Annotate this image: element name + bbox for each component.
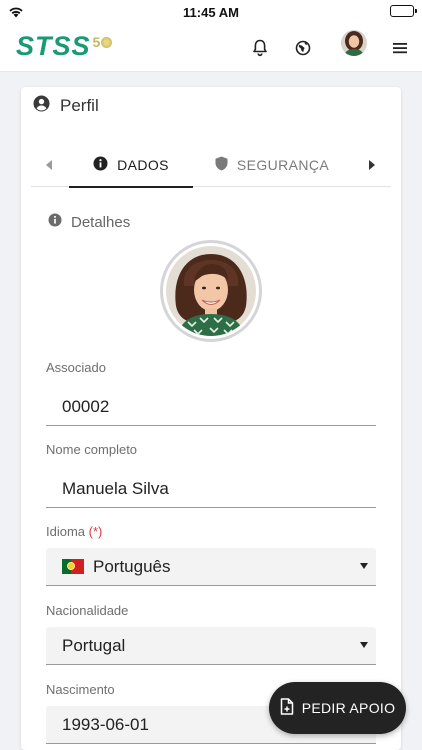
nacionalidade-label: Nacionalidade [46, 603, 129, 618]
associado-label: Associado [46, 360, 106, 375]
nacionalidade-value: Portugal [62, 635, 126, 655]
info-icon [93, 156, 108, 174]
globe-icon[interactable] [291, 36, 315, 60]
pedir-apoio-button[interactable]: PEDIR APOIO [269, 682, 406, 734]
tab-scroll-right-icon[interactable] [362, 155, 382, 175]
associado-input[interactable]: 00002 [46, 388, 376, 426]
menu-icon[interactable] [388, 36, 412, 60]
profile-tabs: DADOS SEGURANÇA [31, 143, 391, 188]
wifi-icon [8, 5, 24, 23]
idioma-field: Idioma (*) Português [46, 524, 376, 586]
tab-dados-label: DADOS [117, 157, 169, 173]
new-document-icon [280, 698, 294, 718]
battery-icon [390, 5, 417, 17]
nacionalidade-field: Nacionalidade Portugal [46, 603, 376, 665]
info-icon [48, 213, 62, 231]
card-header: Perfil [21, 87, 401, 125]
bell-icon[interactable] [248, 36, 272, 60]
nome-input[interactable]: Manuela Silva [46, 470, 376, 508]
section-title-label: Detalhes [71, 213, 131, 231]
nacionalidade-select[interactable]: Portugal [46, 627, 376, 665]
section-title: Detalhes [48, 213, 130, 231]
dropdown-arrow-icon [360, 563, 368, 569]
status-time: 11:45 AM [183, 4, 239, 20]
nascimento-value: 1993-06-01 [62, 714, 149, 734]
tab-seguranca[interactable]: SEGURANÇA [207, 143, 337, 187]
app-bar: STSS 5 [0, 24, 422, 72]
stss-logo[interactable]: STSS 5 [16, 30, 113, 62]
logo-text: STSS [16, 31, 91, 61]
profile-card: Perfil DADOS SEGURANÇA Detalhes Associad… [21, 87, 401, 750]
user-avatar[interactable] [341, 30, 367, 56]
profile-photo[interactable] [160, 240, 262, 342]
portugal-flag-icon [62, 559, 84, 574]
idioma-value: Português [93, 556, 171, 576]
nome-label: Nome completo [46, 442, 138, 457]
shield-icon [215, 156, 228, 174]
required-mark: (*) [88, 524, 103, 539]
idioma-label: Idioma (*) [46, 524, 103, 539]
account-circle-icon [33, 95, 50, 117]
profile-photo-image [166, 246, 256, 336]
associado-field: Associado 00002 [46, 360, 376, 426]
page-title: Perfil [60, 96, 99, 115]
nome-field: Nome completo Manuela Silva [46, 442, 376, 508]
pedir-apoio-label: PEDIR APOIO [301, 700, 396, 716]
idioma-select[interactable]: Português [46, 548, 376, 586]
dropdown-arrow-icon [360, 642, 368, 648]
tab-seguranca-label: SEGURANÇA [236, 157, 330, 173]
tab-dados[interactable]: DADOS [69, 143, 193, 188]
status-bar: 11:45 AM [0, 0, 422, 24]
anniversary-badge: 5 [93, 34, 113, 50]
tab-scroll-left-icon[interactable] [39, 155, 59, 175]
